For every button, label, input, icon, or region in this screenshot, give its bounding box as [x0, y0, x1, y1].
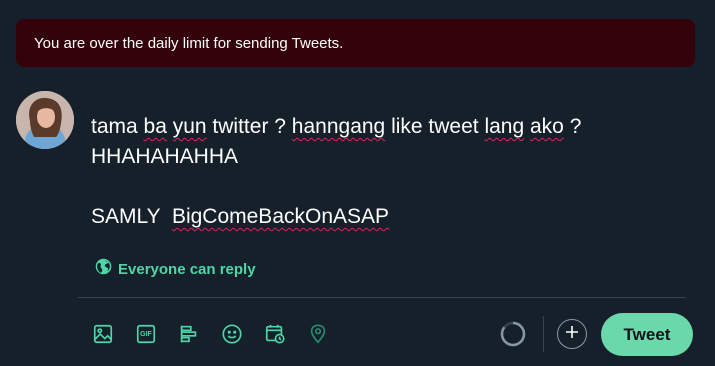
globe-icon — [95, 258, 112, 280]
reply-settings-label: Everyone can reply — [118, 260, 256, 278]
divider — [78, 297, 686, 298]
gif-icon-text: GIF — [140, 330, 152, 338]
location-icon — [307, 323, 329, 345]
composer-line-2: HHAHAHAHHA — [91, 145, 239, 168]
gif-button[interactable]: GIF — [132, 320, 160, 348]
character-count-progress — [499, 320, 527, 348]
composer-toolbar: GIF — [89, 320, 347, 348]
composer-text-segment: tama — [91, 115, 138, 138]
emoji-button[interactable] — [218, 320, 246, 348]
emoji-icon — [221, 323, 243, 345]
poll-icon — [178, 323, 200, 345]
composer-text-segment: like tweet — [385, 115, 485, 138]
composer-line-1: tama ba yun twitter ? hanngang like twee… — [91, 115, 581, 138]
composer-text-segment: twitter ? — [206, 115, 292, 138]
avatar[interactable] — [16, 91, 74, 149]
alert-message: You are over the daily limit for sending… — [34, 34, 344, 52]
schedule-button[interactable] — [261, 320, 289, 348]
misspelled-word: ako — [530, 115, 564, 138]
hashtag-text: BigComeBackOnASAP — [171, 205, 390, 228]
toolbar-separator — [543, 316, 544, 352]
location-button[interactable] — [304, 320, 332, 348]
poll-button[interactable] — [175, 320, 203, 348]
tweet-button[interactable]: Tweet — [601, 313, 693, 356]
schedule-icon — [264, 323, 286, 345]
tweet-textarea[interactable]: tama ba yun twitter ? hanngang like twee… — [91, 112, 691, 232]
tweet-composer-page: You are over the daily limit for sending… — [0, 0, 715, 366]
composer-line-4: SAMLY BigComeBackOnASAP — [91, 205, 389, 228]
media-icon — [92, 323, 114, 345]
composer-line-4-prefix: SAMLY — [91, 205, 172, 228]
reply-settings-button[interactable]: Everyone can reply — [95, 258, 256, 280]
misspelled-word: yun — [172, 115, 207, 138]
error-alert: You are over the daily limit for sending… — [16, 19, 695, 67]
misspelled-word: hanngang — [291, 115, 386, 138]
media-button[interactable] — [89, 320, 117, 348]
plus-icon — [564, 324, 580, 345]
misspelled-word: ba — [143, 115, 167, 138]
gif-icon: GIF — [135, 323, 157, 345]
add-tweet-button[interactable] — [557, 319, 587, 349]
misspelled-word: lang — [484, 115, 525, 138]
composer-text-segment: ? — [563, 115, 582, 138]
